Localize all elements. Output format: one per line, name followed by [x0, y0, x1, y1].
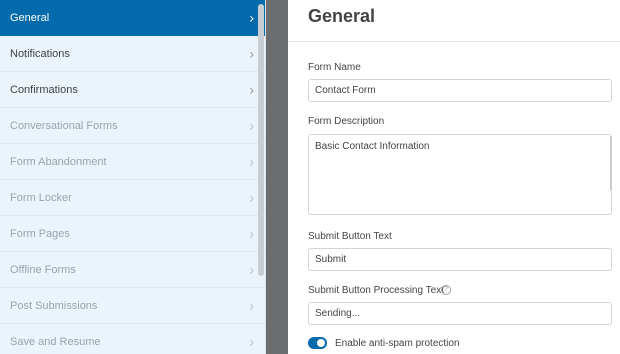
- anti-spam-label: Enable anti-spam protection: [335, 338, 460, 349]
- settings-panel: General Form Name Form Description Basic…: [288, 0, 620, 354]
- sidebar-item-label: Notifications: [10, 47, 70, 60]
- sidebar-item-conversational-forms[interactable]: Conversational Forms ›: [0, 108, 265, 144]
- settings-sidebar: General › Notifications › Confirmations …: [0, 0, 266, 354]
- anti-spam-toggle[interactable]: [308, 337, 327, 349]
- page-title: General: [308, 6, 376, 26]
- processing-text-input[interactable]: [308, 302, 612, 325]
- sidebar-item-form-abandonment[interactable]: Form Abandonment ›: [0, 144, 265, 180]
- textarea-scrollbar[interactable]: [610, 136, 612, 190]
- sidebar-item-label: Form Locker: [10, 191, 72, 204]
- form-name-input[interactable]: [308, 79, 612, 102]
- chevron-right-icon: ›: [249, 261, 254, 278]
- sidebar-item-label: General: [10, 11, 50, 24]
- panel-divider: [266, 0, 288, 354]
- sidebar-item-general[interactable]: General ›: [0, 0, 265, 36]
- sidebar-item-offline-forms[interactable]: Offline Forms ›: [0, 252, 265, 288]
- sidebar-item-label: Conversational Forms: [10, 119, 118, 132]
- submit-button-text-input[interactable]: [308, 248, 612, 271]
- sidebar-item-notifications[interactable]: Notifications ›: [0, 36, 265, 72]
- sidebar-item-form-pages[interactable]: Form Pages ›: [0, 216, 265, 252]
- sidebar-item-label: Save and Resume: [10, 335, 101, 348]
- title-divider: [288, 41, 620, 42]
- chevron-right-icon: ›: [249, 153, 254, 170]
- processing-text-label: Submit Button Processing Text: [308, 285, 444, 296]
- sidebar-item-confirmations[interactable]: Confirmations ›: [0, 72, 265, 108]
- submit-button-text-label: Submit Button Text: [308, 231, 392, 242]
- chevron-right-icon: ›: [249, 9, 254, 26]
- chevron-right-icon: ›: [249, 225, 254, 242]
- chevron-right-icon: ›: [249, 45, 254, 62]
- chevron-right-icon: ›: [249, 81, 254, 98]
- form-description-textarea[interactable]: Basic Contact Information: [308, 134, 612, 215]
- sidebar-scrollbar[interactable]: [258, 4, 264, 276]
- sidebar-item-label: Confirmations: [10, 83, 78, 96]
- sidebar-item-label: Form Abandonment: [10, 155, 107, 168]
- sidebar-item-post-submissions[interactable]: Post Submissions ›: [0, 288, 265, 324]
- form-name-label: Form Name: [308, 62, 361, 73]
- sidebar-item-form-locker[interactable]: Form Locker ›: [0, 180, 265, 216]
- sidebar-item-label: Form Pages: [10, 227, 70, 240]
- help-icon[interactable]: ?: [441, 285, 451, 295]
- chevron-right-icon: ›: [249, 333, 254, 350]
- chevron-right-icon: ›: [249, 297, 254, 314]
- chevron-right-icon: ›: [249, 189, 254, 206]
- toggle-knob: [317, 339, 325, 347]
- sidebar-item-label: Post Submissions: [10, 299, 98, 312]
- sidebar-item-save-and-resume[interactable]: Save and Resume ›: [0, 324, 265, 354]
- sidebar-item-label: Offline Forms: [10, 263, 76, 276]
- chevron-right-icon: ›: [249, 117, 254, 134]
- form-description-label: Form Description: [308, 116, 385, 127]
